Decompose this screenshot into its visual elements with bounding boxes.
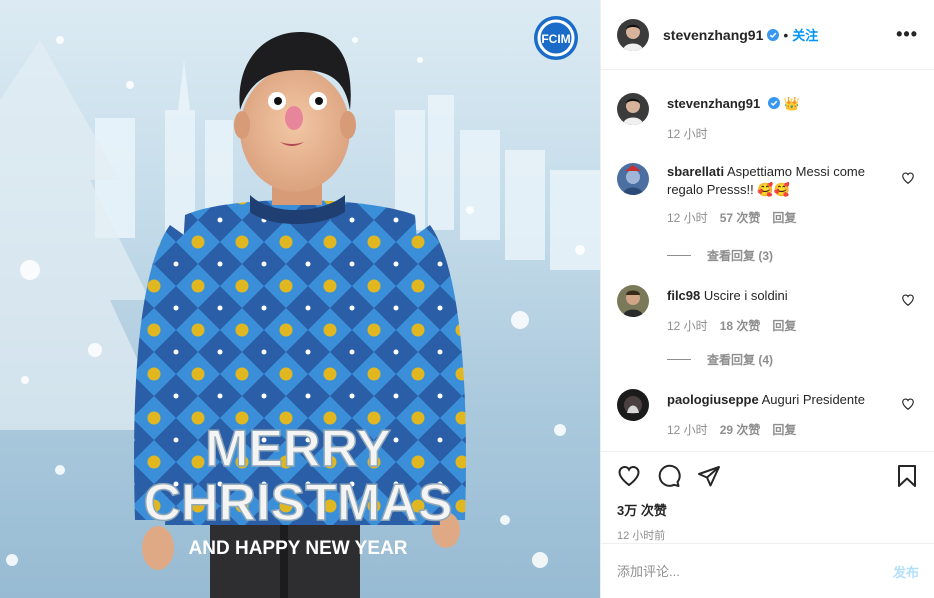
caption-emoji: 👑 (783, 96, 800, 111)
comment-input[interactable] (617, 563, 893, 579)
post-side-panel: stevenzhang91 • 关注 ••• stevenzhang91 👑 1… (600, 0, 934, 598)
post-actions: 3万 次赞 12 小时前 (601, 451, 934, 543)
post-comment-button[interactable]: 发布 (893, 562, 919, 581)
view-replies-label: 查看回复 (3) (707, 249, 774, 263)
send-icon[interactable] (697, 464, 721, 488)
avatar[interactable] (617, 389, 649, 421)
heart-icon[interactable] (617, 464, 641, 488)
header-username[interactable]: stevenzhang91 (663, 27, 763, 43)
like-comment-icon[interactable] (901, 171, 915, 185)
view-replies-button[interactable]: 查看回复 (3) (667, 247, 773, 264)
comment-likes[interactable]: 29 次赞 (720, 421, 761, 438)
avatar[interactable] (617, 285, 649, 317)
add-comment-bar: 发布 (601, 543, 934, 598)
avatar[interactable] (617, 18, 649, 51)
caption-username[interactable]: stevenzhang91 (667, 96, 760, 111)
like-comment-icon[interactable] (901, 397, 915, 411)
replies-divider (667, 255, 691, 256)
avatar[interactable] (617, 163, 649, 195)
post-header: stevenzhang91 • 关注 ••• (601, 0, 934, 70)
comment-time[interactable]: 12 小时 (667, 317, 708, 334)
verified-icon (767, 28, 780, 41)
reply-button[interactable]: 回复 (772, 421, 796, 438)
caption-time[interactable]: 12 小时 (667, 125, 708, 142)
happy-new-year-text: AND HAPPY NEW YEAR (189, 538, 408, 559)
comment-username[interactable]: filc98 (667, 288, 700, 303)
more-options-icon[interactable]: ••• (896, 24, 918, 45)
post-time[interactable]: 12 小时前 (617, 527, 919, 543)
comment-text: Auguri Presidente (761, 392, 865, 407)
christmas-text: CHRISTMAS (143, 474, 452, 532)
comment-item: filc98 Uscire i soldini 12 小时 18 次赞 回复 (617, 285, 919, 334)
comments-list[interactable]: stevenzhang91 👑 12 小时 sbarellati Aspetti… (601, 71, 934, 451)
comment-item: sbarellati Aspettiamo Messi come regalo … (617, 163, 919, 226)
comment-time[interactable]: 12 小时 (667, 421, 708, 438)
inter-logo: FCIM (534, 16, 578, 60)
comment-username[interactable]: paologiuseppe (667, 392, 759, 407)
replies-divider (667, 359, 691, 360)
comment-username[interactable]: sbarellati (667, 164, 724, 179)
svg-text:FCIM: FCIM (541, 32, 570, 46)
merry-text: MERRY (205, 420, 391, 478)
reply-button[interactable]: 回复 (772, 317, 796, 334)
caption-item: stevenzhang91 👑 12 小时 (617, 93, 919, 142)
comment-icon[interactable] (657, 464, 681, 488)
comment-likes[interactable]: 57 次赞 (720, 209, 761, 226)
follow-button[interactable]: 关注 (792, 25, 818, 44)
comment-likes[interactable]: 18 次赞 (720, 317, 761, 334)
post-illustration: FCIM MERRY CHRISTMAS AND HAPPY NEW YEAR (0, 16, 600, 598)
likes-count[interactable]: 3万 次赞 (617, 500, 919, 519)
comment-text: Uscire i soldini (703, 288, 788, 303)
bookmark-icon[interactable] (895, 464, 919, 488)
post-image[interactable]: FCIM MERRY CHRISTMAS AND HAPPY NEW YEAR (0, 0, 600, 598)
view-replies-label: 查看回复 (4) (707, 353, 774, 367)
view-replies-button[interactable]: 查看回复 (4) (667, 351, 773, 368)
comment-time[interactable]: 12 小时 (667, 209, 708, 226)
verified-icon (767, 97, 780, 109)
like-comment-icon[interactable] (901, 293, 915, 307)
comment-item: paologiuseppe Auguri Presidente 12 小时 29… (617, 389, 919, 438)
reply-button[interactable]: 回复 (772, 209, 796, 226)
separator-dot: • (783, 26, 789, 43)
avatar[interactable] (617, 93, 649, 125)
